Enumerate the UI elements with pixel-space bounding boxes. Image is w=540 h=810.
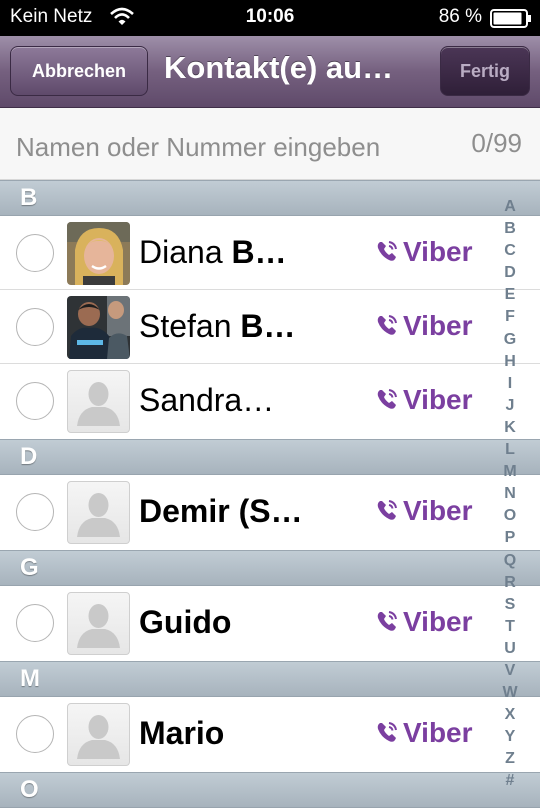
contact-photo: [67, 222, 130, 285]
viber-phone-icon: [377, 722, 397, 742]
avatar: [67, 296, 130, 359]
viber-badge: Viber: [376, 384, 473, 416]
wifi-icon: [110, 7, 134, 25]
index-letter[interactable]: I: [496, 373, 524, 395]
section-header-g: G: [0, 550, 540, 586]
index-letter[interactable]: E: [496, 284, 524, 306]
avatar: [67, 370, 130, 433]
index-letter[interactable]: Q: [496, 550, 524, 572]
select-radio[interactable]: [16, 715, 54, 753]
index-letter[interactable]: B: [496, 218, 524, 240]
done-button[interactable]: Fertig: [440, 46, 530, 96]
viber-phone-icon: [377, 611, 397, 631]
avatar: [67, 481, 130, 544]
contact-picker-screen: Kein Netz 10:06 86 % Abbrechen Kontakt(e…: [0, 0, 540, 810]
status-bar: Kein Netz 10:06 86 %: [0, 0, 540, 36]
contact-row[interactable]: Sandra… Viber: [0, 364, 540, 439]
index-letter[interactable]: L: [496, 439, 524, 461]
avatar: [67, 222, 130, 285]
contact-name: Demir (S…: [139, 493, 303, 529]
section-header-m: M: [0, 661, 540, 697]
viber-label: Viber: [403, 310, 473, 341]
viber-label: Viber: [403, 717, 473, 748]
index-letter[interactable]: Z: [496, 748, 524, 770]
viber-phone-icon: [377, 389, 397, 409]
index-letter[interactable]: R: [496, 572, 524, 594]
contact-list: B Diana B… Viber Stefan B… Viber Sandra……: [0, 180, 540, 810]
person-silhouette-icon: [77, 715, 120, 759]
index-letter[interactable]: G: [496, 329, 524, 351]
viber-label: Viber: [403, 606, 473, 637]
index-letter[interactable]: U: [496, 638, 524, 660]
person-silhouette-icon: [77, 604, 120, 648]
index-letter[interactable]: O: [496, 505, 524, 527]
index-letter[interactable]: T: [496, 616, 524, 638]
index-letter[interactable]: V: [496, 660, 524, 682]
viber-badge: Viber: [376, 236, 473, 268]
index-letter[interactable]: #: [496, 770, 524, 792]
page-title: Kontakt(e) au…: [164, 50, 394, 85]
index-letter[interactable]: F: [496, 306, 524, 328]
section-header-b: B: [0, 180, 540, 216]
contact-name: Guido: [139, 604, 232, 640]
avatar: [67, 703, 130, 766]
index-letter[interactable]: H: [496, 351, 524, 373]
contact-row[interactable]: Mario Viber: [0, 697, 540, 772]
person-silhouette-icon: [77, 382, 120, 426]
index-letter[interactable]: D: [496, 262, 524, 284]
selection-count: 0/99: [471, 128, 522, 158]
select-radio[interactable]: [16, 604, 54, 642]
contact-row[interactable]: Demir (S… Viber: [0, 475, 540, 550]
section-header-d: D: [0, 439, 540, 475]
select-radio[interactable]: [16, 308, 54, 346]
cancel-button[interactable]: Abbrechen: [10, 46, 148, 96]
viber-badge: Viber: [376, 717, 473, 749]
search-input[interactable]: [16, 132, 436, 162]
select-radio[interactable]: [16, 382, 54, 420]
contact-row[interactable]: Diana B… Viber: [0, 216, 540, 290]
index-letter[interactable]: C: [496, 240, 524, 262]
viber-badge: Viber: [376, 310, 473, 342]
avatar: [67, 592, 130, 655]
navigation-bar: Abbrechen Kontakt(e) au… Fertig: [0, 36, 540, 108]
index-letter[interactable]: M: [496, 461, 524, 483]
select-radio[interactable]: [16, 493, 54, 531]
carrier-label: Kein Netz: [10, 6, 93, 27]
contact-name: Stefan B…: [139, 308, 296, 344]
viber-badge: Viber: [376, 495, 473, 527]
viber-label: Viber: [403, 384, 473, 415]
index-letter[interactable]: A: [496, 196, 524, 218]
search-bar: [0, 108, 540, 180]
contact-row[interactable]: Guido Viber: [0, 586, 540, 661]
index-letter[interactable]: N: [496, 483, 524, 505]
battery-percent: 86 %: [438, 6, 482, 27]
index-letter[interactable]: Y: [496, 726, 524, 748]
viber-label: Viber: [403, 495, 473, 526]
contact-name: Mario: [139, 715, 225, 751]
contact-photo: [67, 296, 130, 359]
index-letter[interactable]: K: [496, 417, 524, 439]
select-radio[interactable]: [16, 234, 54, 272]
contact-name: Diana B…: [139, 234, 287, 270]
viber-label: Viber: [403, 236, 473, 267]
viber-phone-icon: [377, 500, 397, 520]
index-letter[interactable]: X: [496, 704, 524, 726]
contact-name: Sandra…: [139, 382, 275, 418]
viber-phone-icon: [377, 315, 397, 335]
alphabet-index[interactable]: A B C D E F G H I J K L M N O P Q R S T U V W X Y Z #: [496, 196, 524, 793]
index-letter[interactable]: P: [496, 527, 524, 549]
person-silhouette-icon: [77, 493, 120, 537]
contact-row[interactable]: Stefan B… Viber: [0, 290, 540, 364]
viber-phone-icon: [377, 241, 397, 261]
index-letter[interactable]: W: [496, 682, 524, 704]
index-letter[interactable]: S: [496, 594, 524, 616]
viber-badge: Viber: [376, 606, 473, 638]
battery-icon: [490, 9, 531, 28]
index-letter[interactable]: J: [496, 395, 524, 417]
section-header-o: O: [0, 772, 540, 808]
